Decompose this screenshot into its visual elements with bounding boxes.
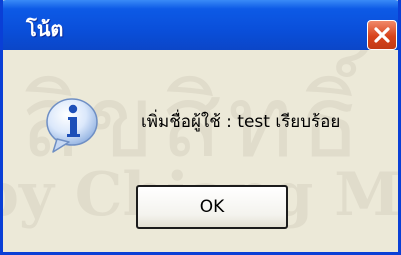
title-bar[interactable]: โน้ต <box>3 0 398 50</box>
info-icon <box>46 98 98 153</box>
close-icon <box>374 27 390 43</box>
dialog-title: โน้ต <box>26 17 64 41</box>
dialog-message: เพิ่มชื่อผู้ใช้ : test เรียบร้อย <box>141 112 341 132</box>
close-button[interactable] <box>367 20 397 50</box>
dialog-body: ลิขสิทธิ์ by Chiang Mai เพิ่มชื่อผู้ใช้ … <box>3 50 398 252</box>
message-dialog: โน้ต ลิขสิทธิ์ by Chiang Mai <box>0 0 401 255</box>
ok-button[interactable]: OK <box>136 185 288 229</box>
